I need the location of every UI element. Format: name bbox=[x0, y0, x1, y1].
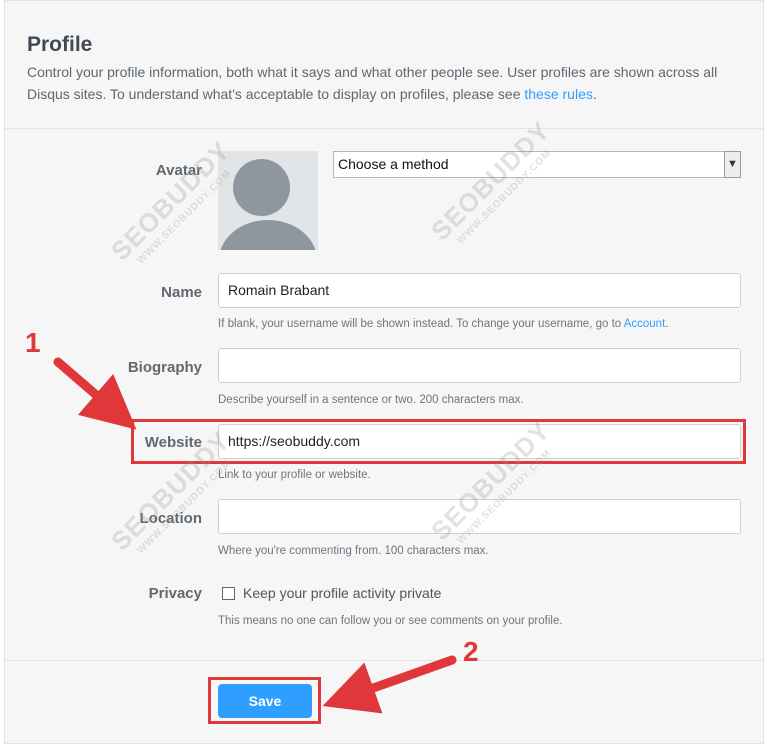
arrow-to-save-icon bbox=[322, 655, 457, 714]
annotation-arrows bbox=[53, 357, 457, 714]
arrow-to-website-icon bbox=[53, 357, 137, 430]
